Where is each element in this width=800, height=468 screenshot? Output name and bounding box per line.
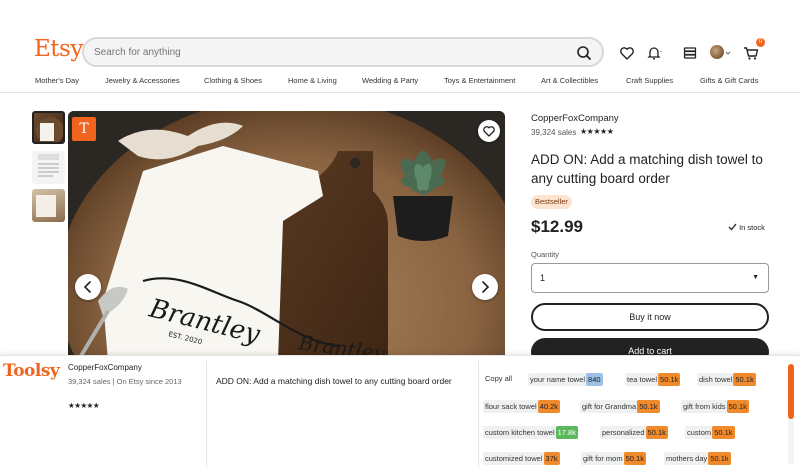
quantity-select[interactable]: 1 ▼ (531, 263, 769, 293)
heart-icon[interactable] (618, 44, 636, 62)
keyword-tag[interactable]: custom 50.1k (685, 426, 735, 439)
toolsy-logo: Toolsy (3, 361, 60, 381)
tag-label: custom kitchen towel (485, 428, 555, 437)
shop-logo-badge[interactable]: T (72, 117, 96, 141)
category-toys[interactable]: Toys & Entertainment (444, 76, 515, 85)
dropdown-caret-icon: ▼ (752, 274, 759, 281)
chevron-down-icon[interactable] (724, 44, 732, 62)
shop-name[interactable]: CopperFoxCompany (531, 113, 619, 124)
category-home-living[interactable]: Home & Living (288, 76, 337, 85)
category-craft-supplies[interactable]: Craft Supplies (626, 76, 673, 85)
keyword-tag[interactable]: dish towel 50.1k (697, 373, 756, 386)
tag-label: gift for mom (583, 454, 623, 463)
registry-icon[interactable] (681, 44, 699, 62)
tag-count: 17.8k (555, 426, 578, 439)
tag-label: gift for Grandma (582, 402, 637, 411)
toolsy-scrollbar-thumb[interactable] (788, 364, 794, 419)
header-divider (0, 92, 800, 93)
previous-image-button[interactable] (75, 274, 101, 300)
thumbnail-1[interactable] (32, 111, 65, 144)
tag-label: gift from kids (683, 402, 726, 411)
cart-count-badge: 0 (756, 38, 765, 47)
sales-count: 39,324 sales (531, 128, 577, 137)
tag-count: 840 (586, 373, 603, 386)
keyword-tag[interactable]: custom kitchen towel 17.8k (483, 426, 578, 439)
toolsy-divider (206, 361, 207, 467)
listing-title: ADD ON: Add a matching dish towel to any… (531, 152, 763, 186)
keyword-tag[interactable]: flour sack towel 40.2k (483, 400, 561, 413)
page: Etsy 0 Mother's Day Jewelry & Accessorie… (0, 0, 800, 468)
tag-count: 50.1k (637, 400, 660, 413)
tag-count: 37k (543, 452, 560, 465)
stock-label: In stock (739, 223, 765, 232)
tag-label: mothers day (666, 454, 708, 463)
tag-count: 40.2k (537, 400, 561, 413)
price: $12.99 (531, 217, 583, 236)
avatar[interactable] (710, 45, 724, 59)
toolsy-star-rating: ★★★★★ (68, 401, 100, 410)
tag-label: personalized (602, 428, 645, 437)
toolsy-shop-name[interactable]: CopperFoxCompany (68, 363, 142, 372)
stock-status: In stock (728, 223, 765, 232)
category-jewelry[interactable]: Jewelry & Accessories (105, 76, 180, 85)
quantity-value: 1 (540, 273, 546, 283)
keyword-tag[interactable]: gift for mom 50.1k (581, 452, 646, 465)
keyword-tag[interactable]: tea towel 50.1k (625, 373, 681, 386)
tag-count: 50.1k (623, 452, 646, 465)
keyword-tag[interactable]: personalized 50.1k (600, 426, 668, 439)
tag-label: custom (687, 428, 712, 437)
buy-it-now-button[interactable]: Buy it now (531, 303, 769, 331)
tag-count: 50.1k (658, 373, 681, 386)
keyword-tag[interactable]: mothers day 50.1k (664, 452, 731, 465)
category-wedding[interactable]: Wedding & Party (362, 76, 418, 85)
keyword-tag[interactable]: gift from kids 50.1k (681, 400, 749, 413)
tag-label: flour sack towel (485, 402, 537, 411)
keyword-tag[interactable]: your name towel 840 (528, 373, 603, 386)
category-mothers-day[interactable]: Mother's Day (35, 76, 79, 85)
quantity-label: Quantity (531, 250, 559, 259)
search-bar[interactable] (82, 37, 604, 67)
tag-count: 50.1k (733, 373, 756, 386)
product-image[interactable]: Brantley EST. 2020 Brantley (68, 111, 505, 361)
bell-icon[interactable] (645, 44, 663, 62)
star-rating[interactable]: ★★★★★ (580, 127, 614, 136)
check-icon (728, 223, 737, 231)
toolsy-listing-title: ADD ON: Add a matching dish towel to any… (216, 376, 452, 386)
toolsy-divider (478, 361, 479, 467)
next-image-button[interactable] (472, 274, 498, 300)
search-input[interactable] (94, 44, 554, 60)
search-icon[interactable] (574, 43, 594, 63)
category-gifts[interactable]: Gifts & Gift Cards (700, 76, 758, 85)
tag-count: 50.1k (645, 426, 668, 439)
toolsy-panel: Toolsy CopperFoxCompany 39,324 sales | O… (0, 355, 800, 468)
toolsy-shop-stats: 39,324 sales | On Etsy since 2013 (68, 377, 182, 386)
tag-label: customized towel (485, 454, 543, 463)
bestseller-badge: Bestseller (531, 195, 572, 209)
tag-count: 50.1k (726, 400, 749, 413)
keyword-tag[interactable]: gift for Grandma 50.1k (580, 400, 660, 413)
favorite-button[interactable] (478, 120, 500, 142)
tag-label: your name towel (530, 375, 586, 384)
category-nav: Mother's Day Jewelry & Accessories Cloth… (0, 76, 800, 90)
tag-label: dish towel (699, 375, 733, 384)
category-art[interactable]: Art & Collectibles (541, 76, 598, 85)
tag-count: 50.1k (708, 452, 731, 465)
tag-label: tea towel (627, 375, 658, 384)
thumbnail-2[interactable] (32, 151, 65, 184)
category-clothing[interactable]: Clothing & Shoes (204, 76, 262, 85)
copy-all-button[interactable]: Copy all (485, 374, 512, 383)
tag-count: 50.1k (712, 426, 735, 439)
etsy-logo[interactable]: Etsy (34, 36, 83, 62)
site-header: Etsy 0 Mother's Day Jewelry & Accessorie… (0, 28, 800, 94)
keyword-tag[interactable]: customized towel 37k (483, 452, 560, 465)
thumbnail-3[interactable] (32, 189, 65, 222)
cart-icon[interactable] (742, 44, 760, 62)
